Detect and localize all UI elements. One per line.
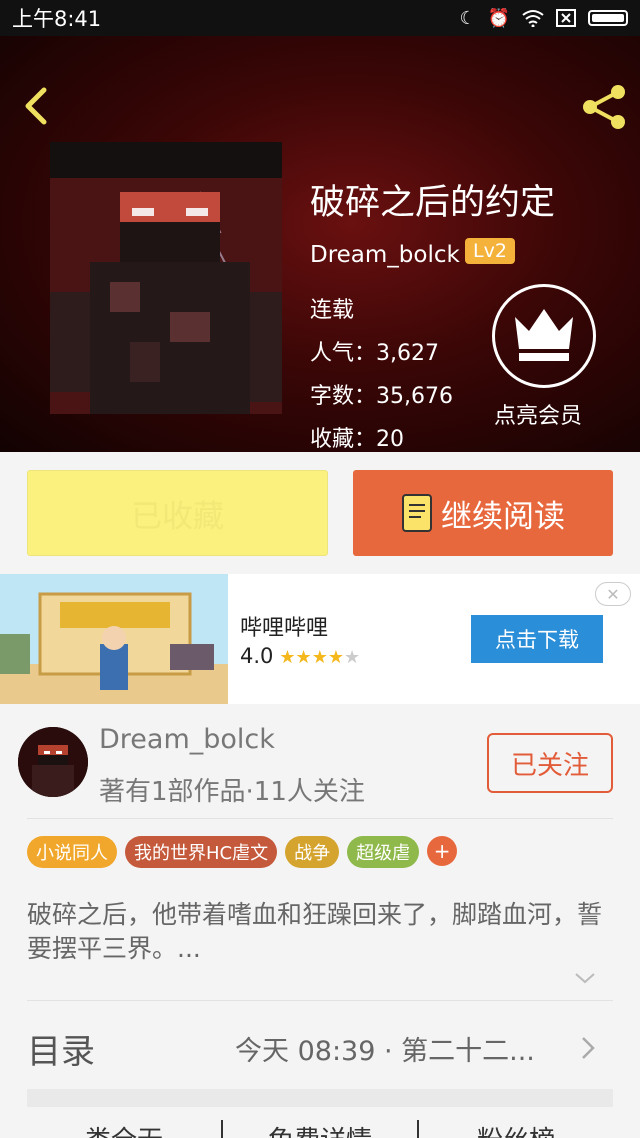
wifi-icon [522,10,544,27]
star-icon: ★ [311,647,328,668]
star-icon: ★ [327,647,344,668]
tag-chip[interactable]: 小说同人 [27,836,117,868]
vip-button[interactable] [492,284,596,388]
book-favorites: 收藏：20 [310,427,404,452]
toc-label: 目录 [27,1031,95,1072]
book-summary: 破碎之后，他带着嗜血和狂躁回来了，脚踏血河，誓要摆平三界。... [27,900,603,963]
tab-item[interactable]: 类全无 [27,1120,223,1138]
tab-item[interactable]: 粉丝榜 [419,1120,613,1138]
author-name[interactable]: Dream_bolck [99,724,275,755]
divider [27,818,613,819]
follow-button[interactable]: 已关注 [487,733,613,793]
level-badge: Lv2 [465,238,515,264]
ad-download-button[interactable]: 点击下载 [471,615,603,663]
star-rating: ★★★★★ [279,644,360,668]
continue-reading-button[interactable]: 继续阅读 [353,470,613,556]
continue-reading-label: 继续阅读 [441,498,565,535]
book-status: 连载 [310,298,355,323]
table-of-contents-row[interactable]: 目录 今天 08:39 · 第二十二... [27,1022,613,1074]
crown-icon [515,309,573,361]
divider [27,1000,613,1001]
ad-close-button[interactable]: ✕ [595,582,631,606]
latest-chapter: 今天 08:39 · 第二十二... [235,1035,535,1067]
star-icon: ★ [295,647,312,668]
cover-art [50,142,282,414]
tab-item[interactable]: 免费详情 [223,1120,419,1138]
status-icons: ☾ ⏰ [459,8,628,29]
sim-off-icon [556,9,576,27]
status-time: 上午8:41 [12,7,102,31]
book-cover [50,142,282,414]
chevron-down-icon[interactable] [573,970,597,986]
alarm-icon: ⏰ [487,7,510,29]
vip-label[interactable]: 点亮会员 [494,398,582,430]
tag-chip[interactable]: 我的世界HC虐文 [125,836,278,868]
bottom-tabs: 类全无 免费详情 粉丝榜 [27,1120,613,1138]
ad-app-name: 哔哩哔哩 [240,616,329,641]
chevron-right-icon [582,1037,595,1059]
book-word-count: 字数：35,676 [310,384,453,409]
ad-image[interactable] [0,574,228,704]
author-avatar[interactable] [18,727,88,797]
ad-rating: 4.0 ★★★★★ [240,644,360,668]
ad-rating-value: 4.0 [240,644,274,668]
tag-chip[interactable]: 战争 [285,836,340,868]
star-icon: ★ [279,647,296,668]
book-header: 破碎之后的约定 Dream_bolck Lv2 连载 人气：3,627 字数：3… [0,36,640,452]
author-stats: 著有1部作品·11人关注 [99,777,365,807]
book-title: 破碎之后的约定 [310,183,556,223]
section-separator [27,1089,613,1107]
book-icon [402,494,432,532]
tag-list: 小说同人 我的世界HC虐文 战争 超级虐 + [27,836,458,868]
book-author[interactable]: Dream_bolck [310,242,460,268]
star-icon: ★ [343,647,361,668]
book-popularity: 人气：3,627 [310,341,439,366]
ad-artwork [0,574,228,704]
add-tag-button[interactable]: + [427,836,458,866]
share-icon[interactable] [578,82,630,132]
back-icon[interactable] [16,84,56,128]
status-bar: 上午8:41 ☾ ⏰ [0,0,640,36]
battery-icon [588,10,628,26]
favorited-button[interactable]: 已收藏 [27,470,328,556]
tag-chip[interactable]: 超级虐 [347,836,420,868]
moon-icon: ☾ [459,7,476,29]
avatar-image [18,727,88,797]
ad-banner[interactable]: 哔哩哔哩 4.0 ★★★★★ 点击下载 ✕ [0,574,640,704]
